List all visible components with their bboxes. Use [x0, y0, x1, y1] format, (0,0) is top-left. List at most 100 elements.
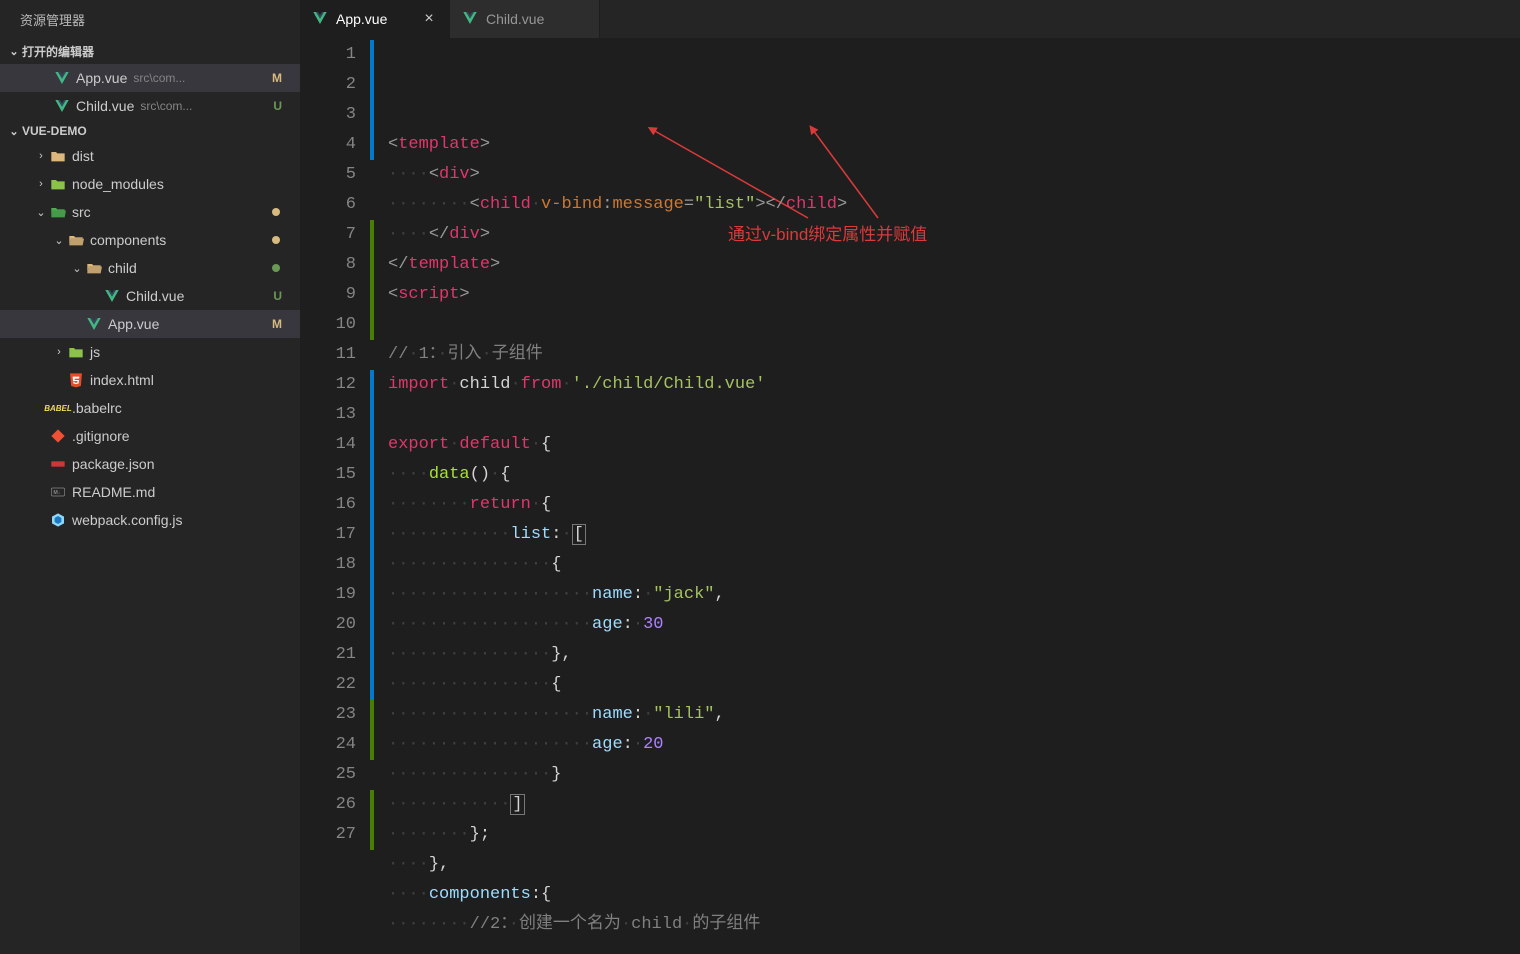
file-type-icon	[48, 456, 68, 472]
code-line[interactable]: ····················age:·20	[378, 730, 1520, 760]
file-item[interactable]: M↓README.md	[0, 478, 300, 506]
line-number: 9	[300, 280, 378, 310]
file-name: Child.vue	[76, 98, 134, 114]
close-icon[interactable]: ×	[421, 10, 437, 28]
code-line[interactable]: </template>	[378, 250, 1520, 280]
code-line[interactable]: //·1：·引入·子组件	[378, 340, 1520, 370]
code-line[interactable]: ········//2：·创建一个名为·child·的子组件	[378, 910, 1520, 940]
code-line[interactable]: ····················name:·"lili",	[378, 700, 1520, 730]
code-line[interactable]	[378, 310, 1520, 340]
open-editors-header[interactable]: ⌄ 打开的编辑器	[0, 39, 300, 64]
line-number: 23	[300, 700, 378, 730]
file-name: index.html	[90, 372, 154, 388]
code-line[interactable]: ····},	[378, 850, 1520, 880]
code-line[interactable]: ········};	[378, 820, 1520, 850]
file-item[interactable]: package.json	[0, 450, 300, 478]
current-line-highlight	[378, 790, 1520, 820]
line-number: 7	[300, 220, 378, 250]
file-type-icon	[66, 372, 86, 388]
code-line[interactable]: <script>	[378, 280, 1520, 310]
git-gutter-blue	[370, 550, 374, 580]
file-path: src\com...	[133, 71, 272, 85]
chevron-icon: ⌄	[70, 262, 84, 275]
file-name: webpack.config.js	[72, 512, 183, 528]
tab-label: App.vue	[336, 11, 387, 27]
vue-icon	[462, 10, 478, 29]
modified-dot-icon	[272, 236, 280, 244]
git-gutter-green	[370, 820, 374, 850]
code-line[interactable]: import·child·from·'./child/Child.vue'	[378, 370, 1520, 400]
code-line[interactable]: ····<div>	[378, 160, 1520, 190]
file-name: dist	[72, 148, 94, 164]
file-item[interactable]: webpack.config.js	[0, 506, 300, 534]
line-number: 22	[300, 670, 378, 700]
line-number: 10	[300, 310, 378, 340]
git-gutter-blue	[370, 520, 374, 550]
open-editor-item[interactable]: Child.vuesrc\com...U	[0, 92, 300, 120]
file-name: App.vue	[108, 316, 159, 332]
code-line[interactable]: ············]	[378, 790, 1520, 820]
chevron-down-icon: ⌄	[6, 125, 22, 138]
code-editor[interactable]: 1234567891011121314151617181920212223242…	[300, 38, 1520, 954]
code-line[interactable]: ················}	[378, 760, 1520, 790]
code-line[interactable]: ····················name:·"jack",	[378, 580, 1520, 610]
modified-dot-icon	[272, 208, 280, 216]
git-gutter-blue	[370, 40, 374, 70]
open-editor-item[interactable]: App.vuesrc\com...M	[0, 64, 300, 92]
git-gutter-green	[370, 250, 374, 280]
chevron-icon: ⌄	[52, 234, 66, 247]
line-number: 14	[300, 430, 378, 460]
code-line[interactable]: ················{	[378, 670, 1520, 700]
code-line[interactable]: ····components:{	[378, 880, 1520, 910]
line-number: 5	[300, 160, 378, 190]
svg-text:M↓: M↓	[53, 490, 60, 496]
file-type-icon	[48, 428, 68, 444]
tab-bar: App.vue × Child.vue	[300, 0, 1520, 38]
folder-item[interactable]: ⌄components	[0, 226, 300, 254]
code-line[interactable]: ····data()·{	[378, 460, 1520, 490]
code-line[interactable]: ················},	[378, 640, 1520, 670]
code-line[interactable]: ····················age:·30	[378, 610, 1520, 640]
chevron-icon: ›	[52, 346, 66, 358]
file-name: js	[90, 344, 100, 360]
folder-item[interactable]: ⌄child	[0, 254, 300, 282]
editor-tab[interactable]: App.vue ×	[300, 0, 450, 38]
code-line[interactable]	[378, 400, 1520, 430]
code-line[interactable]: ········return·{	[378, 490, 1520, 520]
file-item[interactable]: App.vue M	[0, 310, 300, 338]
folder-item[interactable]: › dist	[0, 142, 300, 170]
code-line[interactable]: ················{	[378, 550, 1520, 580]
vue-icon	[52, 70, 72, 86]
file-item[interactable]: Child.vueU	[0, 282, 300, 310]
code-line[interactable]: ········<child·v-bind:message="list"></c…	[378, 190, 1520, 220]
file-item[interactable]: BABEL.babelrc	[0, 394, 300, 422]
folder-item[interactable]: ›node_modules	[0, 170, 300, 198]
git-gutter-blue	[370, 400, 374, 430]
project-header[interactable]: ⌄ VUE-DEMO	[0, 120, 300, 142]
file-name: src	[72, 204, 91, 220]
line-number: 16	[300, 490, 378, 520]
git-status-badge: M	[272, 317, 282, 331]
git-gutter-green	[370, 220, 374, 250]
file-item[interactable]: index.html	[0, 366, 300, 394]
editor-tab[interactable]: Child.vue	[450, 0, 600, 38]
file-type-icon	[66, 233, 86, 247]
project-name-label: VUE-DEMO	[22, 124, 87, 138]
code-line[interactable]: export·default·{	[378, 430, 1520, 460]
explorer-title: 资源管理器	[0, 0, 300, 39]
line-number: 25	[300, 760, 378, 790]
line-number: 26	[300, 790, 378, 820]
chevron-icon: ›	[34, 150, 48, 162]
folder-item[interactable]: › js	[0, 338, 300, 366]
code-line[interactable]: ············list:·[	[378, 520, 1520, 550]
code-line[interactable]: ····</div>	[378, 220, 1520, 250]
folder-item[interactable]: ⌄src	[0, 198, 300, 226]
line-number: 2	[300, 70, 378, 100]
file-path: src\com...	[140, 99, 273, 113]
file-item[interactable]: .gitignore	[0, 422, 300, 450]
code-content[interactable]: 通过v-bind绑定属性并赋值 <template>····<div>·····…	[378, 38, 1520, 954]
line-number: 8	[300, 250, 378, 280]
code-line[interactable]: <template>	[378, 130, 1520, 160]
chevron-icon: ›	[34, 178, 48, 190]
line-number: 20	[300, 610, 378, 640]
